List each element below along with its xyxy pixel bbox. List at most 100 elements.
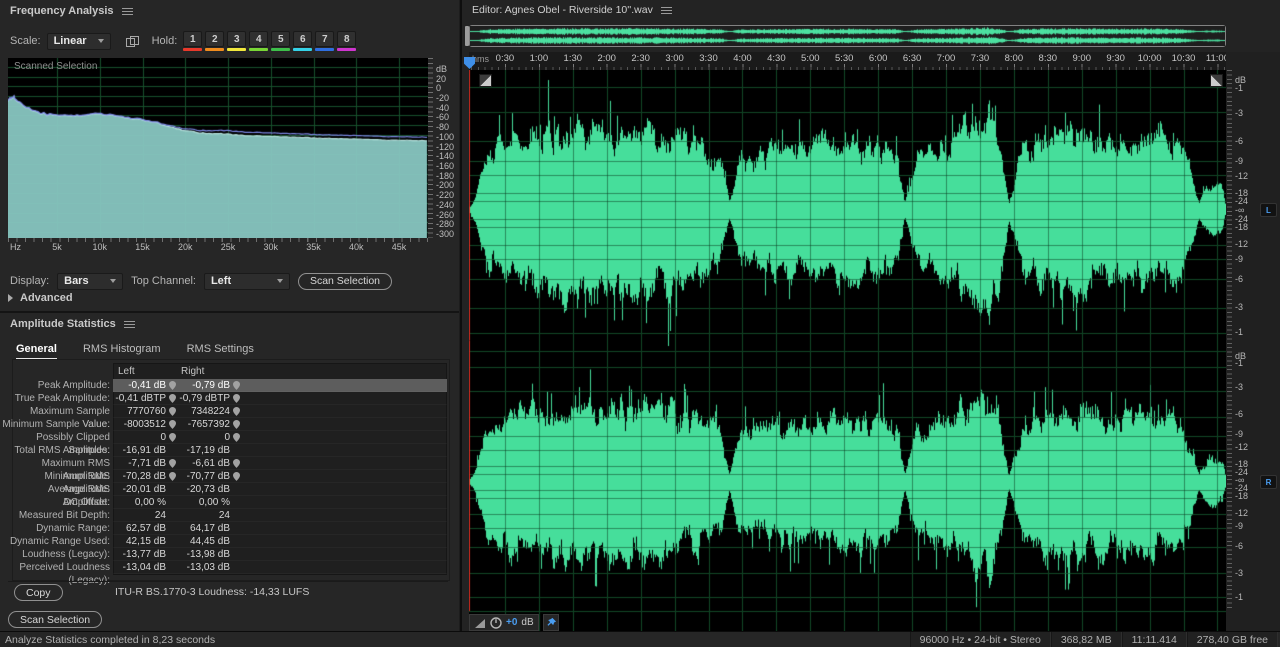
left-channel-badge[interactable]: L (1260, 203, 1277, 217)
cell-value: 42,15 dB (125, 536, 166, 547)
db-axis-tick: dB (436, 63, 448, 74)
panel-menu-icon[interactable] (121, 7, 133, 15)
navigate-pin-button[interactable] (168, 433, 177, 442)
cell-value: -70,77 dB (186, 471, 230, 482)
navigate-pin-button[interactable] (168, 407, 177, 416)
cell-value: -70,28 dB (122, 471, 166, 482)
row-label: Peak Amplitude: (37, 380, 110, 391)
overview-range-handle[interactable] (465, 26, 469, 46)
scan-selection-button[interactable]: Scan Selection (297, 272, 392, 290)
top-channel-dropdown[interactable]: Left (203, 272, 290, 290)
chevron-down-icon (110, 279, 117, 283)
navigate-pin-button[interactable] (168, 420, 177, 429)
cell-value: 7770760 (127, 406, 166, 417)
timeline-tick-label: 8:30 (1038, 53, 1058, 64)
navigate-pin-button[interactable] (168, 394, 177, 403)
amplitude-statistics-panel: Amplitude Statistics General RMS Histogra… (0, 313, 459, 631)
hold-color-bar (183, 48, 203, 51)
navigate-pin-button[interactable] (232, 459, 241, 468)
pin-slot-empty (232, 537, 241, 546)
timeline-tick-label: 5:00 (801, 53, 820, 64)
table-cell: -13,03 dB (177, 561, 241, 574)
navigate-pin-button[interactable] (168, 381, 177, 390)
hold-button-4[interactable]: 4 (249, 31, 269, 51)
display-dropdown[interactable]: Bars (57, 272, 124, 290)
table-cell: -20,01 dB (113, 483, 177, 496)
fade-in-handle[interactable] (479, 74, 492, 87)
table-cell: -13,04 dB (113, 561, 177, 574)
hold-button-5[interactable]: 5 (271, 31, 291, 51)
pin-slot-empty (168, 524, 177, 533)
db-axis-tick: -180 (436, 170, 455, 181)
tab-general[interactable]: General (16, 343, 57, 360)
navigate-pin-button[interactable] (232, 381, 241, 390)
cell-value: 0,00 % (198, 497, 230, 508)
copy-graph-button[interactable] (125, 35, 140, 48)
frequency-graph[interactable]: Scanned Selection (8, 58, 428, 238)
wave-db-label: -∞ (1235, 205, 1245, 215)
chevron-down-icon (276, 279, 283, 283)
clock-knob-icon (490, 616, 502, 629)
right-channel-badge[interactable]: R (1260, 475, 1277, 489)
pin-headsup-button[interactable] (543, 614, 559, 631)
copy-button[interactable]: Copy (14, 584, 63, 601)
panel-menu-icon[interactable] (660, 6, 672, 14)
cell-value: -0,79 dBTP (179, 393, 230, 404)
cell-value: -13,03 dB (186, 562, 230, 573)
timeline-ruler[interactable]: hms 0:30 1:00 1:30 2:00 2:30 3:00 3:30 4:00 4:30… (469, 52, 1229, 70)
timeline-tick-label: 9:30 (1106, 53, 1125, 64)
db-axis-tick: -40 (436, 102, 450, 113)
navigate-pin-button[interactable] (232, 420, 241, 429)
tab-rms-settings[interactable]: RMS Settings (187, 343, 254, 360)
wave-db-label: -18 (1235, 491, 1249, 502)
db-axis-tick: -100 (436, 131, 455, 142)
navigate-pin-button[interactable] (232, 407, 241, 416)
pin-slot-empty (168, 550, 177, 559)
navigate-pin-icon (233, 472, 240, 481)
hz-axis-tick: 15k (135, 242, 150, 252)
cell-value: 24 (218, 510, 230, 521)
fade-out-handle[interactable] (1210, 74, 1223, 87)
hold-button-7[interactable]: 7 (315, 31, 335, 51)
db-axis-tick: -20 (436, 93, 450, 103)
hz-axis-tick: 35k (306, 242, 321, 252)
navigate-pin-button[interactable] (232, 394, 241, 403)
hold-button-8[interactable]: 8 (337, 31, 357, 51)
wave-db-label: -1 (1235, 82, 1244, 93)
table-cell: 24 (177, 509, 241, 522)
navigate-pin-button[interactable] (232, 433, 241, 442)
hz-axis-tick: 25k (220, 242, 236, 252)
cell-value: -20,01 dB (122, 484, 166, 495)
hold-number: 1 (183, 31, 203, 47)
table-cell: -16,91 dB (113, 444, 177, 457)
navigate-pin-button[interactable] (232, 472, 241, 481)
navigate-pin-icon (233, 433, 240, 442)
scan-selection-button[interactable]: Scan Selection (8, 611, 103, 628)
db-axis-tick: -240 (436, 199, 455, 210)
table-cell: 44,45 dB (177, 535, 241, 548)
hold-button-6[interactable]: 6 (293, 31, 313, 51)
wave-db-label: -9 (1235, 156, 1244, 167)
pin-icon (546, 617, 556, 626)
hold-button-2[interactable]: 2 (205, 31, 225, 51)
waveform-display[interactable] (469, 70, 1226, 631)
advanced-expander[interactable]: Advanced (8, 292, 73, 304)
navigate-pin-button[interactable] (168, 459, 177, 468)
hold-button-1[interactable]: 1 (183, 31, 203, 51)
wave-db-label: -24 (1235, 213, 1249, 224)
hold-button-3[interactable]: 3 (227, 31, 247, 51)
db-axis-tick: -300 (436, 228, 455, 239)
cell-value: -7657392 (187, 419, 230, 430)
pin-slot-empty (168, 485, 177, 494)
heads-up-volume-control[interactable]: +0 dB (469, 614, 539, 631)
panel-menu-icon[interactable] (123, 320, 135, 328)
table-cell: -8003512 (113, 418, 177, 431)
navigate-pin-button[interactable] (168, 472, 177, 481)
status-item: 368,82 MB (1050, 632, 1122, 647)
scale-dropdown[interactable]: Linear (46, 32, 111, 50)
navigate-pin-icon (169, 472, 176, 481)
panel-title: Frequency Analysis (10, 5, 114, 17)
top-channel-label: Top Channel: (131, 275, 196, 287)
tab-rms-histogram[interactable]: RMS Histogram (83, 343, 161, 360)
overview-strip[interactable] (469, 25, 1226, 47)
